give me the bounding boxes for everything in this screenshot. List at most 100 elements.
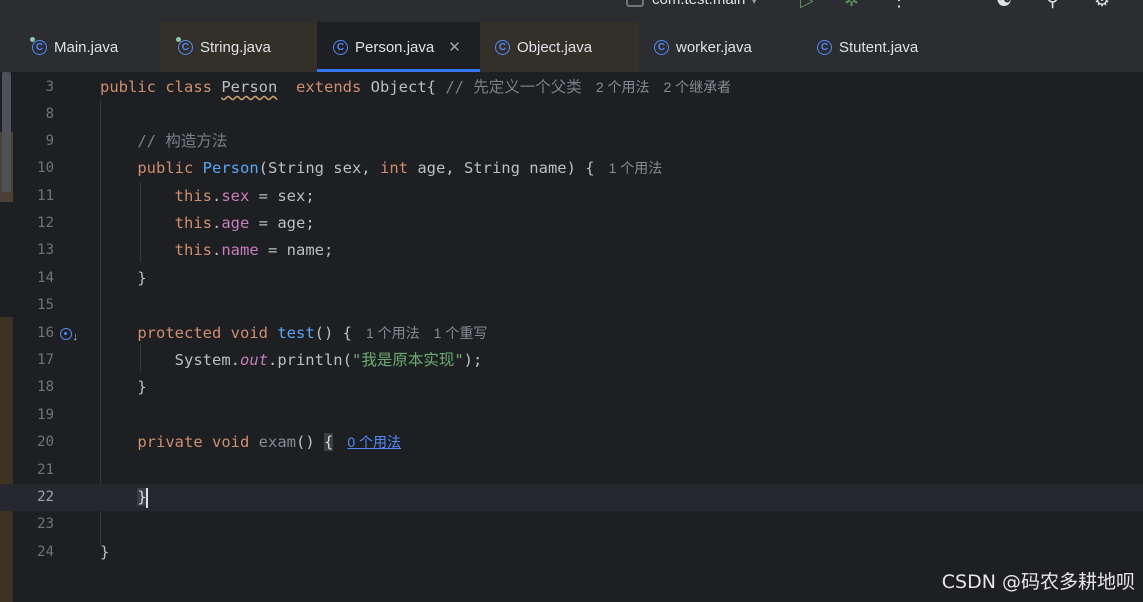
close-icon[interactable]: ✕ (448, 38, 461, 56)
line-number: 8 (45, 106, 54, 122)
java-class-run-icon: C (176, 36, 193, 55)
line-number: 11 (37, 188, 54, 204)
code-text: this.age = age; (100, 210, 315, 237)
inlay-hint[interactable]: 1 个用法 (366, 325, 420, 341)
code-token: this (174, 241, 212, 259)
inlay-hint[interactable]: 1 个重写 (434, 325, 488, 341)
editor-tab-bar: C Main.java C String.java C Person.java … (0, 22, 1143, 73)
code-token: void (230, 324, 278, 342)
code-text: public Person(String sex, int age, Strin… (100, 155, 662, 182)
code-line[interactable]: 13 this.name = name; (0, 237, 1143, 264)
code-line[interactable]: 15 (0, 292, 1143, 319)
line-number: 20 (37, 434, 54, 450)
code-line[interactable]: 14 } (0, 265, 1143, 292)
code-text: } (100, 484, 148, 511)
code-token: = age; (249, 214, 315, 232)
code-text: this.name = name; (100, 237, 334, 264)
code-line[interactable]: 23 (0, 511, 1143, 538)
code-text: } (100, 265, 146, 292)
run-configuration-selector[interactable]: com.test.main ▾ (626, 0, 757, 8)
code-line[interactable]: 24} (0, 539, 1143, 566)
code-text: } (100, 374, 146, 401)
line-number: 16 (37, 325, 54, 341)
code-token: . (211, 214, 222, 232)
line-number: 18 (37, 379, 54, 395)
code-editor[interactable]: 3 public class Person extends Object{ // … (0, 72, 1143, 602)
code-line[interactable]: 17 System.out.println("我是原本实现"); (0, 347, 1143, 374)
code-text: this.sex = sex; (100, 183, 315, 210)
line-number: 14 (37, 270, 54, 286)
run-configuration-label: com.test.main (652, 0, 745, 8)
code-line[interactable]: 19 (0, 402, 1143, 429)
inlay-hint[interactable]: 2 个用法 (596, 79, 650, 95)
code-text: private void exam() {0 个用法 (100, 429, 401, 456)
search-icon[interactable]: ⚲ (1046, 0, 1059, 11)
code-token: // 先定义一个父类 (445, 78, 582, 96)
code-line[interactable]: 8 (0, 101, 1143, 128)
code-token: Object{ (370, 78, 446, 96)
code-token: exam (258, 433, 296, 451)
code-token: public (100, 78, 166, 96)
tab-main-java[interactable]: C Main.java (15, 22, 160, 72)
tab-string-java[interactable]: C String.java (160, 22, 317, 72)
code-line[interactable]: 10 public Person(String sex, int age, St… (0, 155, 1143, 182)
code-line[interactable]: 3 public class Person extends Object{ // … (0, 74, 1143, 101)
inlay-hint[interactable]: 1 个用法 (609, 160, 663, 176)
code-text: protected void test() {1 个用法 1 个重写 (100, 320, 487, 347)
tab-stutent-java[interactable]: C Stutent.java (799, 22, 959, 72)
code-token: sex (221, 187, 250, 205)
code-token: . (211, 241, 222, 259)
code-token: Person (202, 159, 259, 177)
code-token: protected (137, 324, 231, 342)
code-token: age (221, 214, 250, 232)
tab-worker-java[interactable]: C worker.java (639, 22, 799, 72)
tab-object-java[interactable]: C Object.java (480, 22, 639, 72)
code-line[interactable]: 20 private void exam() {0 个用法 (0, 429, 1143, 456)
tab-label: String.java (200, 38, 271, 56)
gear-icon[interactable]: ⚙ (1094, 0, 1110, 11)
tab-label: Main.java (54, 38, 119, 56)
code-line[interactable]: 18 } (0, 374, 1143, 401)
module-icon (626, 0, 644, 8)
code-token: Person (221, 78, 278, 96)
inlay-hint[interactable]: 2 个继承者 (664, 79, 732, 95)
code-line[interactable]: 12 this.age = age; (0, 210, 1143, 237)
code-token: int (379, 159, 418, 177)
java-class-icon: C (654, 39, 669, 55)
code-token: . (211, 187, 222, 205)
code-token: name (221, 241, 259, 259)
code-line[interactable]: 16 ↓ protected void test() {1 个用法 1 个重写 (0, 320, 1143, 347)
line-number: 23 (37, 516, 54, 532)
code-token: "我是原本实现" (351, 351, 464, 369)
line-number: 10 (37, 160, 54, 176)
run-icon[interactable]: ▷ (800, 0, 814, 11)
code-line[interactable]: 11 this.sex = sex; (0, 183, 1143, 210)
code-token: .println( (267, 351, 352, 369)
code-line[interactable]: 9 // 构造方法 (0, 128, 1143, 155)
code-line[interactable]: 22 } (0, 484, 1143, 511)
code-token: this (174, 187, 212, 205)
tab-label: Stutent.java (839, 38, 919, 56)
line-number: 24 (37, 544, 54, 560)
more-icon[interactable]: ⋮ (890, 0, 908, 11)
line-number: 21 (37, 462, 54, 478)
text-caret (145, 487, 148, 508)
code-token: // 构造方法 (137, 132, 228, 150)
tab-person-java[interactable]: C Person.java ✕ (317, 22, 480, 72)
code-line[interactable]: 21 (0, 457, 1143, 484)
code-token: } (100, 543, 110, 561)
add-user-icon[interactable]: ☯ (996, 0, 1012, 11)
debug-icon[interactable]: ✲ (844, 0, 859, 11)
code-token: extends (296, 78, 371, 96)
line-number: 12 (37, 215, 54, 231)
usages-link[interactable]: 0 个用法 (347, 434, 401, 450)
overridden-method-icon[interactable]: ↓ (60, 320, 78, 347)
code-token: class (165, 78, 222, 96)
code-token: (String sex, (258, 159, 380, 177)
code-token: { (323, 433, 334, 451)
line-number: 22 (37, 489, 54, 505)
